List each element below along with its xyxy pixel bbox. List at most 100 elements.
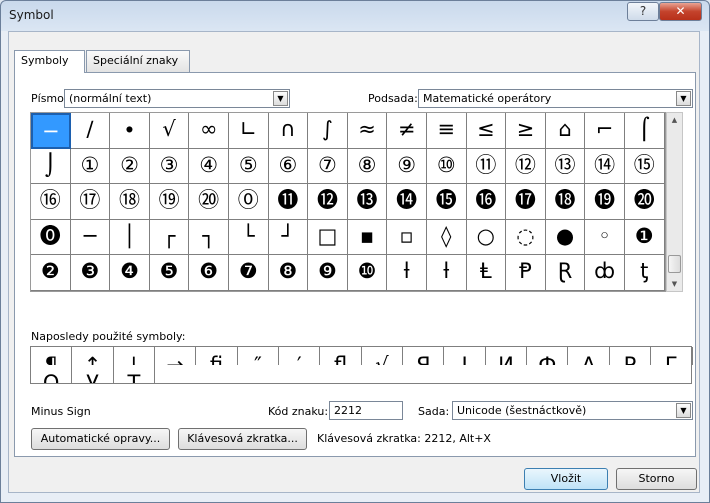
symbol-cell[interactable]: ≠ xyxy=(387,113,427,149)
symbol-cell[interactable]: ẕ xyxy=(229,290,269,291)
symbol-cell[interactable]: ˙ xyxy=(546,290,586,291)
symbol-cell[interactable]: ķ xyxy=(150,290,190,291)
symbol-cell[interactable]: ◌ xyxy=(506,219,546,256)
symbol-cell[interactable]: ϑ xyxy=(269,290,309,291)
symbol-cell[interactable]: ≥ xyxy=(506,113,546,149)
recent-symbol-cell[interactable]: → xyxy=(155,347,197,365)
recent-symbol-cell[interactable]: ¶ xyxy=(31,347,73,365)
recent-symbol-cell[interactable]: Ф xyxy=(527,347,569,365)
recent-symbol-cell[interactable]: Г xyxy=(651,347,693,365)
symbol-cell[interactable]: ∞ xyxy=(189,113,229,149)
symbol-cell[interactable]: ┘ xyxy=(268,219,309,256)
symbol-cell[interactable]: ⓰ xyxy=(466,184,507,220)
symbol-cell[interactable]: ⑱ xyxy=(110,184,150,220)
autocorrect-button[interactable]: Automatické opravy... xyxy=(31,428,170,450)
symbol-cell[interactable]: ∕ xyxy=(70,113,111,149)
recent-symbol-cell[interactable]: ↓ xyxy=(114,347,156,365)
recent-symbol-cell[interactable]: Р xyxy=(610,347,652,365)
symbol-cell[interactable]: ⑦ xyxy=(308,148,348,185)
symbol-cell[interactable]: ˗ xyxy=(585,290,625,291)
symbol-cell[interactable]: ⌡ xyxy=(31,148,71,185)
symbol-cell[interactable]: ◊ xyxy=(426,219,467,256)
symbol-cell[interactable]: Ķ xyxy=(110,290,150,291)
recent-symbol-cell[interactable]: ′ xyxy=(279,347,321,365)
symbol-cell[interactable]: ∫ xyxy=(308,113,348,149)
symbol-cell[interactable]: ⌂ xyxy=(545,113,586,149)
chevron-down-icon[interactable]: ▼ xyxy=(273,91,288,106)
symbol-cell[interactable]: │ xyxy=(110,219,150,256)
symbol-cell[interactable]: ❺ xyxy=(149,255,190,291)
symbol-cell[interactable]: ○ xyxy=(466,219,507,256)
recent-symbol-cell[interactable]: Т xyxy=(114,365,156,383)
symbol-cell[interactable]: ⑫ xyxy=(506,148,546,185)
symbol-cell[interactable]: ⓳ xyxy=(585,184,625,220)
tab-special-characters[interactable]: Speciální znaky xyxy=(86,50,190,72)
recent-symbol-cell[interactable]: ﬁ xyxy=(196,347,238,365)
recent-symbol-cell[interactable]: У xyxy=(72,365,114,383)
symbol-cell[interactable]: ⌐ xyxy=(585,113,625,149)
recent-symbol-cell[interactable]: О xyxy=(31,365,73,383)
symbol-cell[interactable]: ≠ xyxy=(427,290,467,291)
symbol-cell[interactable]: □ xyxy=(308,219,348,256)
symbol-cell[interactable]: √ xyxy=(149,113,190,149)
symbol-cell[interactable]: ┐ xyxy=(189,219,229,256)
symbol-cell[interactable] xyxy=(625,290,665,291)
symbol-cell[interactable]: ❾ xyxy=(308,255,348,291)
symbol-cell[interactable]: ❹ xyxy=(110,255,150,291)
symbol-cell[interactable]: ▪ xyxy=(347,219,388,256)
symbol-cell[interactable]: ∙ xyxy=(110,113,150,149)
chevron-down-icon[interactable]: ▼ xyxy=(676,91,691,106)
symbol-cell[interactable]: ⑤ xyxy=(228,148,269,185)
symbol-cell[interactable]: ⑪ xyxy=(466,148,507,185)
close-button[interactable]: ✕ xyxy=(659,2,702,21)
symbol-cell[interactable]: ∟ xyxy=(228,113,269,149)
symbol-cell[interactable]: ⑯ xyxy=(31,184,71,220)
charset-select[interactable]: Unicode (šestnáctkově) ▼ xyxy=(452,401,693,420)
symbol-cell[interactable]: ▫ xyxy=(387,219,427,256)
symbol-cell[interactable]: ⑮ xyxy=(624,148,665,185)
symbol-cell[interactable]: ⑳ xyxy=(189,184,229,220)
symbol-cell[interactable]: ⓴ xyxy=(624,184,665,220)
symbol-cell[interactable]: ⓿ xyxy=(31,219,71,256)
symbol-cell[interactable]: ⓭ xyxy=(347,184,388,220)
symbol-cell[interactable]: ① xyxy=(70,148,111,185)
symbol-cell[interactable]: ≤ xyxy=(466,113,507,149)
symbol-cell[interactable]: ⑰ xyxy=(70,184,111,220)
symbol-cell[interactable]: ⑭ xyxy=(585,148,625,185)
shortcut-key-button[interactable]: Klávesová zkratka... xyxy=(178,428,307,450)
symbol-cell[interactable]: ❼ xyxy=(228,255,269,291)
symbol-cell[interactable]: ƫ xyxy=(624,255,665,291)
symbol-cell[interactable]: ȸ xyxy=(585,255,625,291)
symbol-cell-selected[interactable]: − xyxy=(31,113,71,149)
tab-symbols[interactable]: Symboly xyxy=(14,50,85,73)
recent-symbol-cell[interactable]: И xyxy=(486,347,528,365)
symbol-cell[interactable]: ❷ xyxy=(31,255,71,291)
symbol-cell[interactable]: ƚ xyxy=(426,255,467,291)
symbol-cell[interactable]: ⓬ xyxy=(308,184,348,220)
recent-symbol-cell[interactable]: Я xyxy=(403,347,445,365)
insert-button[interactable]: Vložit xyxy=(524,468,608,490)
symbol-cell[interactable]: Ᵽ xyxy=(506,255,546,291)
symbol-cell[interactable]: ϖ xyxy=(387,290,427,291)
font-select[interactable]: (normální text) ▼ xyxy=(64,89,290,108)
symbol-cell[interactable]: ⊢ xyxy=(348,290,388,291)
symbol-cell[interactable]: ⓫ xyxy=(268,184,309,220)
scroll-thumb[interactable] xyxy=(668,255,681,273)
symbol-cell[interactable]: ┌ xyxy=(149,219,190,256)
recent-symbol-cell[interactable]: √ xyxy=(362,347,404,365)
symbol-cell[interactable]: ② xyxy=(110,148,150,185)
recent-symbol-cell[interactable]: ↑ xyxy=(72,347,114,365)
symbol-cell[interactable]: ⑬ xyxy=(545,148,586,185)
symbol-cell[interactable]: ⓲ xyxy=(545,184,586,220)
symbol-cell[interactable]: ≈ xyxy=(347,113,388,149)
recent-symbol-cell[interactable]: ﬂ xyxy=(320,347,362,365)
symbol-cell[interactable]: ⓪ xyxy=(228,184,269,220)
symbol-cell[interactable]: Ẕ xyxy=(189,290,229,291)
symbol-cell[interactable]: ⑧ xyxy=(347,148,388,185)
symbol-cell[interactable]: ④ xyxy=(189,148,229,185)
symbol-cell[interactable]: ◦ xyxy=(585,219,625,256)
symbol-cell[interactable]: Ⱡ xyxy=(466,255,507,291)
cancel-button[interactable]: Storno xyxy=(616,468,697,490)
symbol-cell[interactable]: ḩ xyxy=(71,290,111,291)
symbol-cell[interactable]: ⑲ xyxy=(149,184,190,220)
